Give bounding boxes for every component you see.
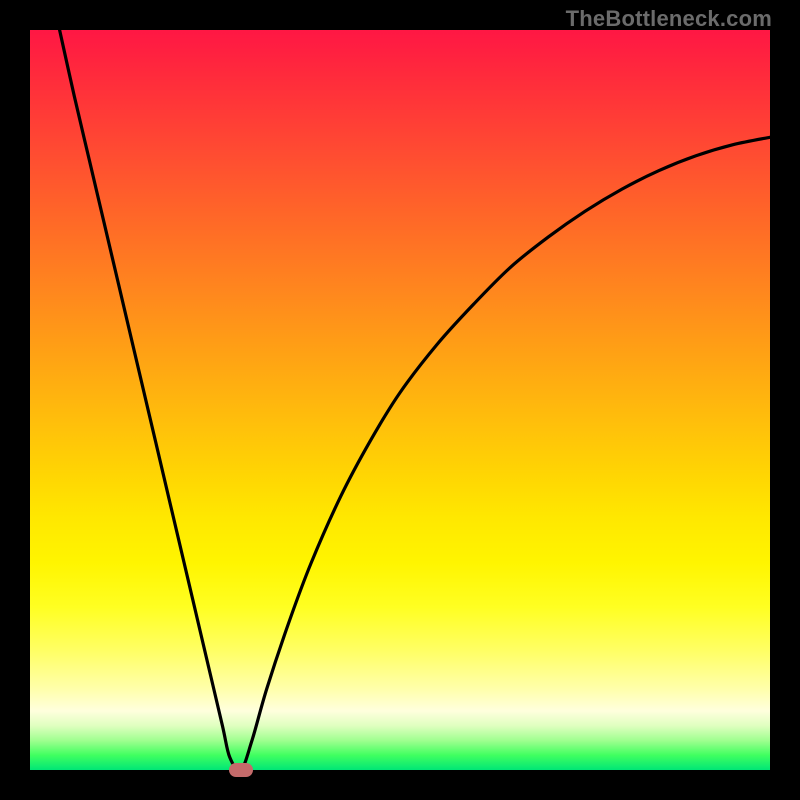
chart-frame: TheBottleneck.com: [0, 0, 800, 800]
curve-svg: [30, 30, 770, 770]
watermark-text: TheBottleneck.com: [566, 6, 772, 32]
bottleneck-curve: [60, 30, 770, 770]
plot-area: [30, 30, 770, 770]
minimum-marker: [229, 763, 253, 777]
